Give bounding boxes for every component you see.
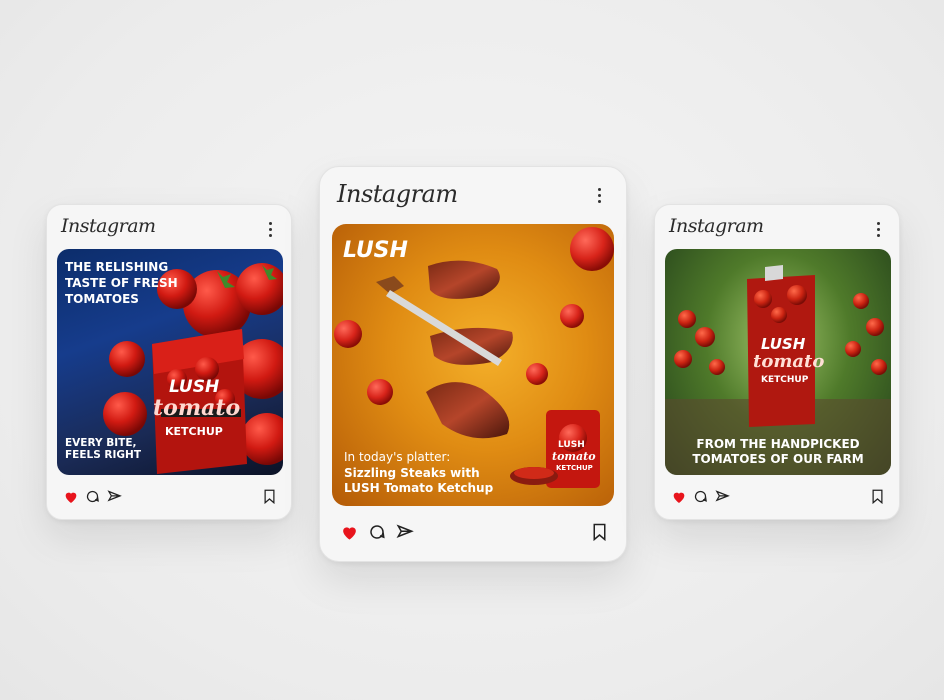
product-label: tomato [753,351,825,372]
caption-intro: In today's platter: [344,450,451,464]
more-options-icon[interactable] [269,222,273,240]
heart-icon[interactable] [340,523,359,542]
post-tagline: EVERY BITE, FEELS RIGHT [65,437,141,461]
brand-logo: LUSH [343,238,408,263]
product-sub-label: KETCHUP [165,425,223,438]
product-sub-label: KETCHUP [556,464,593,472]
bookmark-icon[interactable] [592,523,607,541]
instagram-post-card-3: Instagram LUSH tomato KETCHUP FROM THE H… [654,204,900,520]
post-actions [320,523,626,545]
brand-label: LUSH [558,440,585,450]
brand-label: LUSH [169,377,220,397]
instagram-logo: Instagram [337,180,458,208]
post-actions [655,489,899,507]
instagram-logo: Instagram [61,215,156,237]
post-image[interactable]: LUSH tomato KETCHUP FROM THE HANDPICKED … [665,249,891,475]
comment-icon[interactable] [693,489,708,504]
bookmark-icon[interactable] [871,489,884,504]
instagram-logo: Instagram [669,215,764,237]
product-label: tomato [153,395,241,421]
heart-icon[interactable] [671,489,687,505]
send-icon[interactable] [715,489,730,504]
more-options-icon[interactable] [877,222,881,240]
product-label: tomato [552,450,596,463]
post-headline: THE RELISHING TASTE OF FRESH TOMATOES [65,260,178,306]
post-actions [47,489,291,507]
product-sub-label: KETCHUP [761,375,809,385]
comment-icon[interactable] [85,489,100,504]
instagram-post-card-1: Instagram THE RELISHING TASTE OF FRESH T… [46,204,292,520]
more-options-icon[interactable] [598,188,602,206]
comment-icon[interactable] [368,523,386,541]
instagram-post-card-2: Instagram LUSH LUSH tomato KETCHUP In to… [319,166,627,562]
post-image[interactable]: LUSH LUSH tomato KETCHUP In today's plat… [332,224,614,506]
bookmark-icon[interactable] [263,489,276,504]
post-headline: FROM THE HANDPICKED TOMATOES OF OUR FARM [692,437,864,466]
heart-icon[interactable] [63,489,79,505]
send-icon[interactable] [396,523,414,541]
caption-main: Sizzling Steaks with LUSH Tomato Ketchup [344,466,494,495]
post-image[interactable]: THE RELISHING TASTE OF FRESH TOMATOES LU… [57,249,283,475]
send-icon[interactable] [107,489,122,504]
